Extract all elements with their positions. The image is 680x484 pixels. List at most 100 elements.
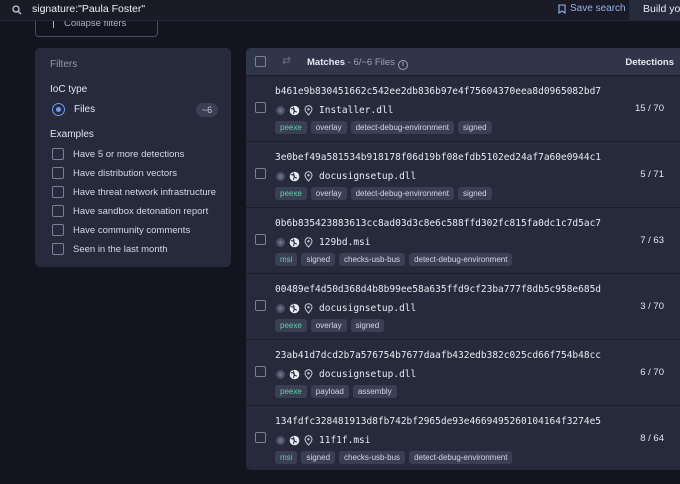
row-checkbox[interactable]	[255, 234, 266, 245]
globe-icon	[289, 369, 300, 379]
select-all-checkbox[interactable]	[255, 56, 266, 67]
status-dot-icon	[276, 303, 285, 313]
example-label: Have distribution vectors	[73, 168, 178, 179]
detection-score: 7 / 63	[640, 235, 664, 246]
example-label: Have sandbox detonation report	[73, 206, 209, 217]
file-name[interactable]: docusignsetup.dll	[319, 171, 416, 182]
example-filter[interactable]: Have sandbox detonation report	[52, 205, 222, 219]
example-checkbox[interactable]	[52, 243, 64, 255]
file-tag[interactable]: peexe	[275, 385, 307, 398]
file-tag[interactable]: peexe	[275, 187, 307, 200]
example-checkbox[interactable]	[52, 167, 64, 179]
file-tag[interactable]: signed	[301, 253, 336, 266]
file-name[interactable]: docusignsetup.dll	[319, 303, 416, 314]
save-search-button[interactable]: Save search	[558, 3, 626, 14]
examples-heading: Examples	[50, 129, 94, 140]
file-tag[interactable]: signed	[350, 319, 385, 332]
file-tag[interactable]: detect-debug-environment	[350, 121, 454, 134]
location-pin-icon	[304, 368, 313, 380]
row-checkbox[interactable]	[255, 432, 266, 443]
status-dot-icon	[276, 435, 285, 445]
row-checkbox[interactable]	[255, 102, 266, 113]
result-row[interactable]: 134fdfc328481913d8fb742bf2965de93e466949…	[246, 405, 680, 470]
build-query-button[interactable]: Build your	[629, 0, 680, 21]
file-tag[interactable]: msi	[275, 253, 298, 266]
file-tag[interactable]: overlay	[310, 319, 347, 332]
tag-list: msi signed checks-usb-bus detect-debug-envi…	[275, 451, 513, 464]
example-filter[interactable]: Seen in the last month	[52, 243, 222, 257]
file-hash[interactable]: 00489ef4d50d368d4b8b99ee58a635ffd9cf23ba…	[275, 284, 611, 295]
tag-list: msi signed checks-usb-bus detect-debug-envi…	[275, 253, 513, 266]
status-dot-icon	[276, 171, 285, 181]
file-tag[interactable]: signed	[457, 187, 492, 200]
file-meta: docusignsetup.dll	[275, 367, 416, 381]
detections-column-header: Detections	[625, 57, 674, 68]
file-meta: docusignsetup.dll	[275, 169, 416, 183]
file-tag[interactable]: signed	[457, 121, 492, 134]
file-hash[interactable]: 23ab41d7dcd2b7a576754b7677daafb432edb382…	[275, 350, 611, 361]
globe-icon	[289, 435, 300, 445]
ioc-option-files[interactable]: Files ~6	[50, 102, 218, 118]
collapse-filters-label: Collapse filters	[64, 21, 127, 29]
file-tag[interactable]: checks-usb-bus	[339, 253, 406, 266]
example-filter[interactable]: Have community comments	[52, 224, 222, 238]
file-hash[interactable]: 0b6b835423883613cc8ad03d3c8e6c588ffd302f…	[275, 218, 611, 229]
collapse-filters-button[interactable]: Collapse filters	[35, 21, 158, 37]
search-input[interactable]: signature:"Paula Foster"	[32, 3, 145, 15]
file-tag[interactable]: peexe	[275, 121, 307, 134]
example-checkbox[interactable]	[52, 148, 64, 160]
result-row[interactable]: 00489ef4d50d368d4b8b99ee58a635ffd9cf23ba…	[246, 273, 680, 339]
file-tag[interactable]: signed	[301, 451, 336, 464]
file-tag[interactable]: peexe	[275, 319, 307, 332]
detection-score: 8 / 64	[640, 433, 664, 444]
result-row[interactable]: 0b6b835423883613cc8ad03d3c8e6c588ffd302f…	[246, 207, 680, 273]
swap-icon[interactable]: ⇄	[282, 54, 291, 67]
location-pin-icon	[304, 434, 313, 446]
file-name[interactable]: 11f1f.msi	[319, 435, 370, 446]
file-tag[interactable]: payload	[310, 385, 349, 398]
file-tag[interactable]: msi	[275, 451, 298, 464]
status-dot-icon	[276, 105, 285, 115]
file-tag[interactable]: detect-debug-environment	[350, 187, 454, 200]
file-name[interactable]: Installer.dll	[319, 105, 393, 116]
file-hash[interactable]: 3e0bef49a581534b918178f06d19bf08efdb5102…	[275, 152, 611, 163]
file-meta: docusignsetup.dll	[275, 301, 416, 315]
row-checkbox[interactable]	[255, 366, 266, 377]
example-checkbox[interactable]	[52, 224, 64, 236]
example-filter[interactable]: Have threat network infrastructure	[52, 186, 222, 200]
tag-list: peexe payload assembly	[275, 385, 397, 398]
file-tag[interactable]: detect-debug-environment	[409, 451, 513, 464]
example-checkbox[interactable]	[52, 186, 64, 198]
example-label: Seen in the last month	[73, 244, 168, 255]
file-tag[interactable]: checks-usb-bus	[339, 451, 406, 464]
file-tag[interactable]: detect-debug-environment	[409, 253, 513, 266]
location-pin-icon	[304, 302, 313, 314]
tag-list: peexe overlay detect-debug-environment sign…	[275, 187, 492, 200]
info-icon[interactable]: i	[397, 60, 408, 70]
file-hash[interactable]: 134fdfc328481913d8fb742bf2965de93e466949…	[275, 416, 611, 427]
file-tag[interactable]: assembly	[352, 385, 397, 398]
example-filter[interactable]: Have 5 or more detections	[52, 148, 222, 162]
row-checkbox[interactable]	[255, 168, 266, 179]
example-checkbox[interactable]	[52, 205, 64, 217]
detection-score: 3 / 70	[640, 301, 664, 312]
file-hash[interactable]: b461e9b830451662c542ee2db836b97e4f756043…	[275, 86, 611, 97]
tag-list: peexe overlay detect-debug-environment sign…	[275, 121, 492, 134]
result-row[interactable]: b461e9b830451662c542ee2db836b97e4f756043…	[246, 75, 680, 141]
file-tag[interactable]: overlay	[310, 187, 347, 200]
files-radio[interactable]	[52, 103, 65, 116]
file-name[interactable]: 129bd.msi	[319, 237, 370, 248]
result-row[interactable]: 3e0bef49a581534b918178f06d19bf08efdb5102…	[246, 141, 680, 207]
row-checkbox[interactable]	[255, 300, 266, 311]
file-tag[interactable]: overlay	[310, 121, 347, 134]
file-name[interactable]: docusignsetup.dll	[319, 369, 416, 380]
detection-score: 15 / 70	[634, 103, 664, 114]
example-filter[interactable]: Have distribution vectors	[52, 167, 222, 181]
result-row[interactable]: 23ab41d7dcd2b7a576754b7677daafb432edb382…	[246, 339, 680, 405]
location-pin-icon	[304, 236, 313, 248]
file-meta: Installer.dll	[275, 103, 393, 117]
search-bar[interactable]: signature:"Paula Foster" Save search Bui…	[0, 0, 680, 21]
filters-panel: Filters IoC type Files ~6 Examples Have …	[35, 48, 231, 267]
example-label: Have community comments	[73, 225, 191, 236]
detection-score: 6 / 70	[640, 367, 664, 378]
